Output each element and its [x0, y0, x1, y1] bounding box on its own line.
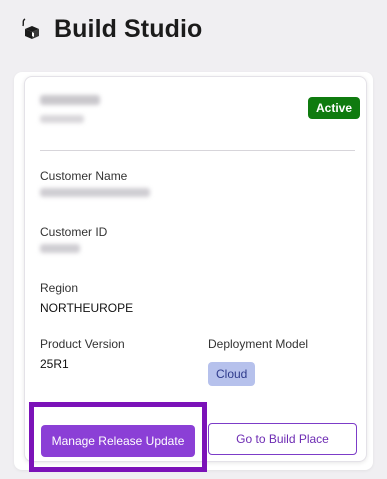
- product-version-value: 25R1: [40, 357, 69, 371]
- page-title: Build Studio: [54, 14, 203, 43]
- redacted-customer-subtitle: [40, 115, 84, 123]
- status-badge: Active: [308, 97, 361, 119]
- region-value: NORTHEUROPE: [40, 301, 134, 315]
- page-header: Build Studio: [18, 12, 202, 46]
- go-to-build-place-button[interactable]: Go to Build Place: [208, 423, 357, 455]
- box-icon: [18, 16, 44, 42]
- redacted-customer-title: [40, 95, 100, 105]
- build-studio-page: Build Studio Active Customer Name Custom…: [0, 0, 387, 479]
- region-label: Region: [40, 281, 79, 295]
- redacted-customer-id: [40, 244, 80, 253]
- deployment-model-label: Deployment Model: [208, 337, 309, 351]
- customer-name-label: Customer Name: [40, 169, 128, 183]
- card-divider: [40, 150, 355, 151]
- deployment-model-chip: Cloud: [208, 362, 256, 386]
- redacted-customer-name: [40, 188, 150, 197]
- product-version-label: Product Version: [40, 337, 125, 351]
- customer-id-label: Customer ID: [40, 225, 108, 239]
- highlight-frame: [29, 402, 207, 472]
